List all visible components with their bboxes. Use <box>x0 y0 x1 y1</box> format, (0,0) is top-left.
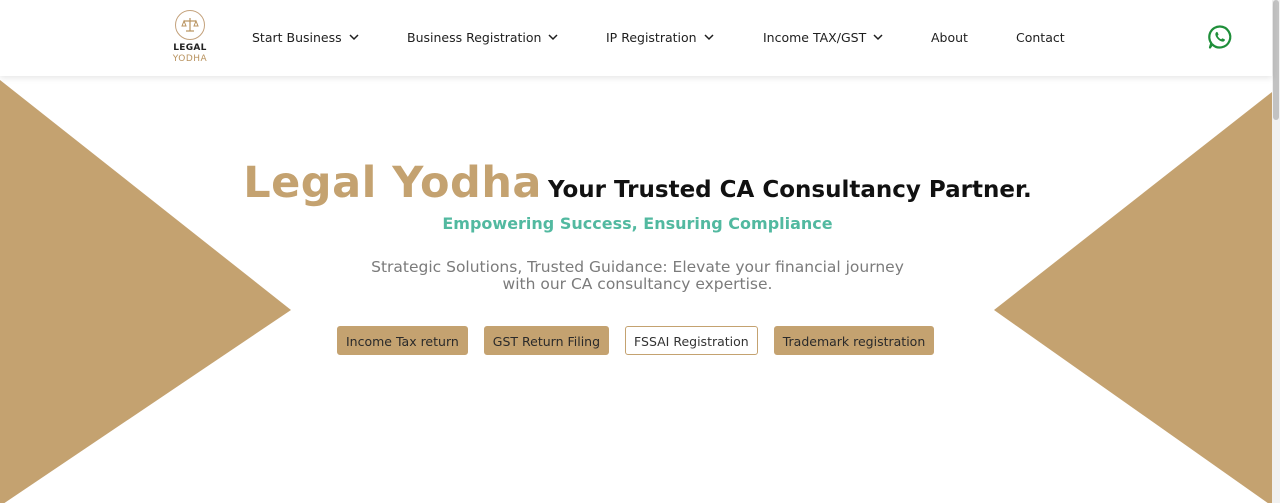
fssai-registration-button[interactable]: FSSAI Registration <box>625 326 758 355</box>
page: LEGAL YODHA Start Business Business Regi… <box>0 0 1280 503</box>
scales-icon <box>175 10 205 40</box>
hero-description-line1: Strategic Solutions, Trusted Guidance: E… <box>371 258 904 276</box>
chevron-down-icon <box>548 34 559 41</box>
nav-ip-registration[interactable]: IP Registration <box>606 30 714 45</box>
site-header: LEGAL YODHA Start Business Business Regi… <box>0 0 1272 76</box>
nav-start-business[interactable]: Start Business <box>252 30 359 45</box>
nav-business-registration[interactable]: Business Registration <box>407 30 559 45</box>
whatsapp-icon[interactable] <box>1207 24 1233 50</box>
hero-description-line2: with our CA consultancy expertise. <box>502 275 773 293</box>
nav-label: Contact <box>1016 30 1065 45</box>
gst-return-filing-button[interactable]: GST Return Filing <box>483 326 610 355</box>
service-buttons: Income Tax return GST Return Filing FSSA… <box>337 326 935 355</box>
chevron-down-icon <box>873 34 883 41</box>
hero-section: Legal Yodha Your Trusted CA Consultancy P… <box>0 76 1272 503</box>
income-tax-return-button[interactable]: Income Tax return <box>337 326 468 355</box>
hero-brand-name: Legal Yodha <box>243 158 542 208</box>
vertical-scrollbar[interactable] <box>1272 0 1280 503</box>
nav-label: Income TAX/GST <box>763 30 867 45</box>
nav-label: IP Registration <box>606 30 697 45</box>
hero-description: Strategic Solutions, Trusted Guidance: E… <box>0 259 1275 293</box>
nav-income-tax-gst[interactable]: Income TAX/GST <box>763 30 883 45</box>
nav-contact[interactable]: Contact <box>1016 30 1065 45</box>
chevron-down-icon <box>349 34 359 41</box>
logo[interactable]: LEGAL YODHA <box>168 10 212 70</box>
chevron-down-icon <box>704 34 714 41</box>
nav-label: Start Business <box>252 30 342 45</box>
logo-text-legal: LEGAL <box>173 43 207 53</box>
scrollbar-thumb[interactable] <box>1273 0 1279 120</box>
logo-text-yodha: YODHA <box>172 54 208 64</box>
nav-label: Business Registration <box>407 30 542 45</box>
hero-headline: Legal Yodha Your Trusted CA Consultancy P… <box>0 158 1275 208</box>
trademark-registration-button[interactable]: Trademark registration <box>773 326 935 355</box>
nav-label: About <box>931 30 968 45</box>
nav-about[interactable]: About <box>931 30 968 45</box>
hero-tagline: Your Trusted CA Consultancy Partner. <box>547 177 1032 203</box>
hero-subheading: Empowering Success, Ensuring Compliance <box>442 214 833 233</box>
